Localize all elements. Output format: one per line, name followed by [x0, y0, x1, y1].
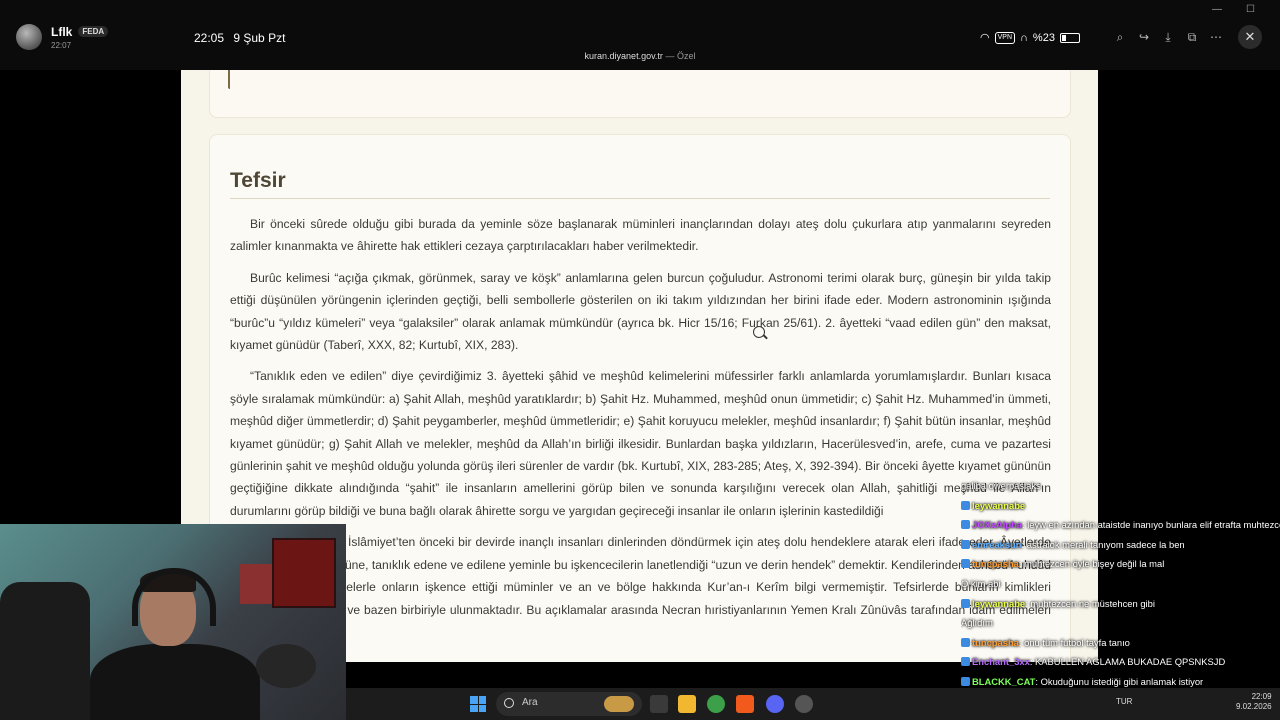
- chat-text: O kim abi: [961, 577, 1001, 589]
- download-icon[interactable]: ⤓: [1160, 28, 1176, 46]
- chat-badge-icon: [961, 539, 970, 549]
- chat-badge-icon: [961, 559, 970, 569]
- wifi-icon: ◠: [980, 32, 990, 44]
- page-title: Tefsir: [230, 169, 286, 192]
- chat-message: Enchant_3xx: KABULLEN AGLAMA BUKADAE QPS…: [961, 652, 1280, 672]
- chat-username[interactable]: tuncpasha: [972, 558, 1019, 569]
- chat-text: : KABULLEN AGLAMA BUKADAE QPSNKSJD: [1029, 656, 1226, 668]
- taskbar-date: 9.02.2026: [1236, 702, 1272, 711]
- chat-text: : leyw en azından ataistde inanıyo bunla…: [1022, 519, 1280, 531]
- chat-message: O kim abi: [961, 574, 1280, 594]
- status-indicators: ◠ VPN ∩ %23: [980, 31, 1080, 44]
- chat-text: : muhtezcen öyle bişey değil la mal: [1018, 558, 1165, 570]
- chat-username[interactable]: JOXxAlpha: [972, 519, 1022, 530]
- chat-message: tuncpasha: muhtezcen öyle bişey değil la…: [961, 554, 1280, 574]
- brave-icon[interactable]: [736, 695, 754, 713]
- paragraph: “ashâbü’l-uhdûd”, İslâmiyet’ten önceki b…: [230, 535, 1051, 639]
- status-time: 22:05: [194, 31, 225, 45]
- chat-badge-icon: [961, 657, 970, 667]
- user-time: 22:07: [51, 40, 72, 50]
- chat-username[interactable]: leywannabe: [972, 500, 1025, 511]
- share-icon[interactable]: ↪: [1136, 28, 1152, 46]
- streamer-body: [90, 644, 260, 720]
- taskbar-time: 22:09: [1251, 692, 1272, 701]
- chrome-icon[interactable]: [707, 695, 725, 713]
- chat-badge-icon: [961, 676, 970, 686]
- taskbar-search[interactable]: Ara: [496, 692, 642, 716]
- chat-text: : onu tüm futbol tayfa tanıo: [1018, 636, 1130, 648]
- chat-badge-icon: [961, 637, 970, 647]
- file-explorer-icon[interactable]: [678, 695, 696, 713]
- headphones-icon: ∩: [1020, 31, 1028, 44]
- search-icon: [504, 698, 514, 708]
- chat-text: : astralok merali tanıyom sadece la ben: [1021, 538, 1185, 550]
- zoom-in-icon[interactable]: ⌕: [1112, 28, 1128, 46]
- chat-text: galiba owerpasiaks: [961, 480, 1041, 491]
- viewer-toolbar: ⌕ ↪ ⤓ ⧉ ⋯: [1112, 28, 1224, 46]
- battery-percent: %23: [1032, 31, 1055, 44]
- discord-icon[interactable]: [766, 695, 784, 713]
- chat-text: : Okuduğunu istediği gibi anlamak istiyo…: [1035, 675, 1204, 687]
- chat-username[interactable]: emreaksun: [972, 539, 1022, 550]
- chat-text: Ağlıdım: [961, 617, 993, 629]
- microphone: [256, 644, 316, 688]
- search-highlight-icon: [604, 696, 634, 712]
- chat-message: tuncpasha: onu tüm futbol tayfa tanıo: [961, 633, 1280, 653]
- external-icon[interactable]: ⧉: [1184, 28, 1200, 46]
- chair: [0, 582, 90, 720]
- chat-message: leywannabe: muhtezcen ne müstehcen gibi: [961, 594, 1280, 614]
- title-divider: [230, 198, 1050, 199]
- chat-message: JOXxAlpha: leyw en azından ataistde inan…: [961, 515, 1280, 535]
- chat-username[interactable]: Enchant_3xx: [972, 656, 1030, 667]
- wall-frame: [272, 538, 336, 608]
- vpn-badge: VPN: [994, 31, 1016, 44]
- chat-username[interactable]: BLACKK_CAT: [972, 676, 1035, 687]
- more-icon[interactable]: ⋯: [1208, 28, 1224, 46]
- chat-badge-icon: [961, 500, 970, 510]
- taskbar-clock[interactable]: 22:09 9.02.2026: [1236, 692, 1272, 712]
- paragraph: Bir önceki sûrede olduğu gibi burada da …: [230, 217, 1051, 254]
- search-placeholder: Ara: [522, 697, 538, 708]
- avatar[interactable]: [16, 24, 42, 50]
- webcam-overlay: [0, 524, 346, 720]
- task-view-icon[interactable]: [650, 695, 668, 713]
- chat-username[interactable]: tuncpasha: [972, 637, 1019, 648]
- chat-overlay: galiba owerpasiaks leywannabe JOXxAlpha: l…: [961, 476, 1280, 692]
- chat-message: emreaksun: astralok merali tanıyom sadec…: [961, 535, 1280, 555]
- chat-message: leywannabe: [961, 496, 1280, 516]
- status-clock: 22:05 9 Şub Pzt: [194, 31, 291, 45]
- battery-icon: [1059, 32, 1080, 43]
- previous-card: [209, 70, 1071, 118]
- url-bar: kuran.diyanet.gov.tr — Özel: [0, 51, 1280, 61]
- chat-badge-icon: [961, 520, 970, 530]
- status-date: 9 Şub Pzt: [233, 31, 286, 45]
- private-mode-label: — Özel: [665, 51, 696, 61]
- chat-message: galiba owerpasiaks: [961, 476, 1280, 496]
- close-button[interactable]: ✕: [1238, 25, 1262, 49]
- chat-username[interactable]: leywannabe: [972, 598, 1025, 609]
- maximize-icon[interactable]: ☐: [1246, 4, 1255, 15]
- paragraph: Burûc kelimesi “açığa çıkmak, görünmek, …: [230, 270, 1051, 353]
- user-name: Lflk: [51, 24, 73, 39]
- url-text: kuran.diyanet.gov.tr: [584, 51, 663, 61]
- tefsir-text: Bir önceki sûrede olduğu gibi burada da …: [230, 213, 1051, 652]
- zoom-cursor-icon: [753, 326, 765, 338]
- windows-start-icon[interactable]: [470, 696, 486, 712]
- chat-message: Ağlıdım: [961, 613, 1280, 633]
- chat-text: : muhtezcen ne müstehcen gibi: [1025, 597, 1155, 609]
- paragraph: “Tanıklık eden ve edilen” diye çevirdiği…: [230, 369, 1051, 518]
- chat-badge-icon: [961, 598, 970, 608]
- story-user[interactable]: Lflk FEDA 22:07: [16, 24, 109, 50]
- taskbar: Ara TUR 22:09 9.02.2026: [346, 688, 1280, 720]
- user-badge: FEDA: [78, 26, 109, 37]
- app-icon[interactable]: [795, 695, 813, 713]
- language-indicator[interactable]: TUR: [1116, 697, 1132, 706]
- minimize-icon[interactable]: —: [1212, 4, 1222, 15]
- window-controls: — ☐ ✕: [1212, 4, 1280, 15]
